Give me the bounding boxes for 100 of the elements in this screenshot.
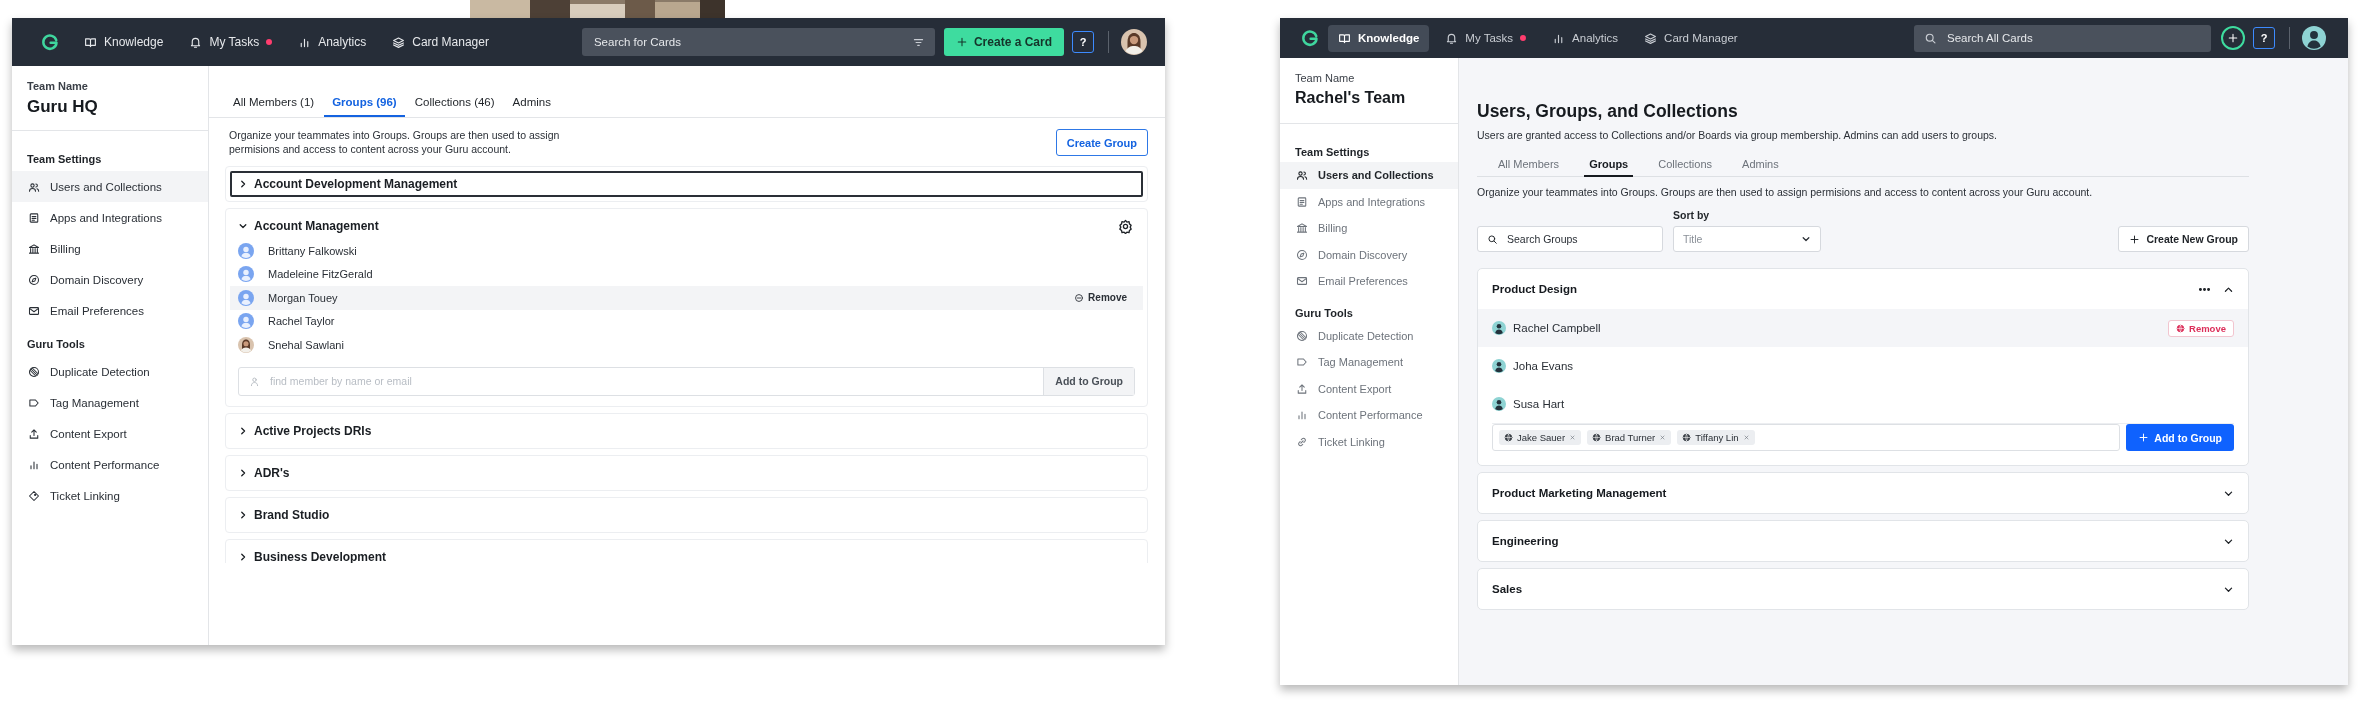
settings-button[interactable]	[1118, 218, 1133, 234]
profile-avatar[interactable]	[1121, 29, 1147, 55]
sidebar-item[interactable]: Apps and Integrations	[12, 202, 208, 233]
link-icon	[1296, 435, 1308, 448]
chevron-right-icon	[238, 509, 248, 520]
sidebar-item[interactable]: Duplicate Detection	[12, 356, 208, 387]
nav-item[interactable]: Card Manager	[1634, 24, 1748, 52]
help-button[interactable]: ?	[2253, 27, 2275, 49]
chip-label: Jake Sauer	[1517, 432, 1566, 443]
group-header[interactable]: Product Design	[1492, 269, 2186, 309]
tab[interactable]: Admins	[1727, 153, 1794, 177]
nav-item[interactable]: Analytics	[1542, 24, 1629, 52]
document-icon	[28, 211, 40, 224]
tab[interactable]: All Members (1)	[225, 92, 323, 117]
team-name-label: Team Name	[1295, 72, 1356, 84]
globe-icon	[1682, 433, 1692, 442]
sidebar-item[interactable]: Tag Management	[1280, 349, 1458, 376]
sidebar-item[interactable]: Users and Collections	[12, 171, 208, 202]
slashed-circle-icon	[1296, 329, 1308, 342]
person-icon	[249, 375, 260, 387]
remove-button[interactable]: Remove	[1074, 292, 1127, 304]
sidebar-item[interactable]: Apps and Integrations	[1280, 188, 1458, 215]
sidebar-item[interactable]: Domain Discovery	[1280, 241, 1458, 268]
upload-icon	[28, 427, 40, 440]
sidebar-item[interactable]: Duplicate Detection	[1280, 322, 1458, 349]
help-button[interactable]: ?	[1072, 31, 1094, 53]
chevron-right-icon	[238, 179, 248, 189]
nav-item[interactable]: Card Manager	[382, 28, 499, 56]
chevron-right-icon	[238, 467, 248, 478]
bank-icon	[28, 242, 40, 255]
group-header[interactable]: Engineering	[1492, 521, 2211, 561]
close-icon	[1569, 434, 1577, 441]
group-header[interactable]: Sales	[1492, 569, 2211, 609]
sidebar-item[interactable]: Content Performance	[1280, 402, 1458, 429]
search-icon	[1487, 233, 1498, 245]
bell-icon	[1445, 31, 1459, 45]
sidebar-item[interactable]: Billing	[1280, 215, 1458, 242]
sidebar-item[interactable]: Domain Discovery	[12, 264, 208, 295]
tag-icon	[28, 396, 40, 409]
tab[interactable]: All Members	[1483, 153, 1575, 177]
tab[interactable]: Groups (96)	[324, 92, 405, 117]
sidebar-item[interactable]: Users and Collections	[1280, 162, 1458, 189]
nav-item[interactable]: Knowledge	[74, 28, 174, 56]
bar-chart-icon	[1296, 409, 1308, 422]
group-header[interactable]: Business Development	[238, 543, 1133, 563]
group-header[interactable]: Account Development Management	[238, 171, 1133, 197]
mail-icon	[1296, 275, 1308, 288]
create-group-button[interactable]: Create Group	[1055, 129, 1148, 156]
add-to-group-button[interactable]: Add to Group	[2126, 424, 2234, 451]
nav-item[interactable]: My Tasks	[1435, 24, 1537, 52]
team-name-label: Team Name	[27, 80, 89, 92]
member-name: Rachel Taylor	[268, 315, 336, 328]
sort-label: Sort by	[1673, 209, 1711, 221]
sidebar-item[interactable]: Billing	[12, 233, 208, 264]
avatar-icon	[1492, 321, 1506, 335]
section-heading: Guru Tools	[1294, 306, 1354, 319]
globe-icon	[1592, 433, 1602, 442]
add-to-group-button[interactable]: Add to Group	[1043, 367, 1134, 395]
sidebar-item[interactable]: Content Export	[1280, 375, 1458, 402]
group-header[interactable]: Product Marketing Management	[1492, 473, 2211, 513]
sidebar-item[interactable]: Content Performance	[12, 449, 208, 480]
nav-item[interactable]: My Tasks	[179, 28, 283, 56]
create-button[interactable]	[2221, 26, 2245, 50]
sidebar-item[interactable]: Content Export	[12, 418, 208, 449]
sidebar-item[interactable]: Email Preferences	[12, 295, 208, 326]
group-header[interactable]: Active Projects DRIs	[238, 417, 1133, 444]
tab[interactable]: Collections (46)	[406, 92, 503, 117]
remove-button[interactable]: Remove	[2168, 319, 2234, 337]
sidebar-item[interactable]: Ticket Linking	[1280, 428, 1458, 455]
sidebar-item[interactable]: Ticket Linking	[12, 480, 208, 511]
tab[interactable]: Groups	[1584, 153, 1634, 177]
minus-circle-icon	[1074, 292, 1085, 303]
avatar-icon	[2302, 26, 2326, 50]
layers-icon	[1644, 31, 1658, 45]
logo-icon	[40, 32, 60, 52]
tab[interactable]: Admins	[504, 92, 559, 117]
users-icon	[28, 180, 40, 193]
avatar-icon	[238, 313, 254, 330]
compass-icon	[28, 273, 40, 286]
search-field[interactable]: Search Groups	[1477, 226, 1663, 252]
group-header[interactable]: Account Management	[238, 213, 1118, 239]
description-text: Organize your teammates into Groups. Groups are then used to assign permisions and access to content across your Guru account.	[1477, 186, 2094, 198]
tab[interactable]: Collections	[1643, 153, 1728, 177]
gear-icon	[1118, 218, 1133, 234]
sidebar-item[interactable]: Email Preferences	[1280, 268, 1458, 295]
search-input[interactable]: Search Groups	[1505, 227, 1653, 251]
create-card-button[interactable]: Create a Card	[943, 28, 1064, 56]
member-search-field[interactable]: find member by name or email Add to Group	[238, 366, 1135, 396]
compass-icon	[1296, 248, 1308, 261]
nav-item[interactable]: Analytics	[288, 28, 377, 56]
sidebar-item[interactable]: Tag Management	[12, 387, 208, 418]
search-icon	[1924, 31, 1937, 45]
group-header[interactable]: Brand Studio	[238, 501, 1133, 528]
group-header[interactable]: ADR's	[238, 459, 1133, 486]
logo-icon	[1300, 28, 1320, 48]
member-name: Rachel Campbell	[1513, 322, 1602, 334]
create-group-button[interactable]: Create New Group	[2118, 226, 2249, 252]
nav-item[interactable]: Knowledge	[1328, 24, 1430, 52]
profile-avatar[interactable]	[2302, 26, 2326, 50]
member-search-input[interactable]: find member by name or email	[268, 367, 1044, 395]
